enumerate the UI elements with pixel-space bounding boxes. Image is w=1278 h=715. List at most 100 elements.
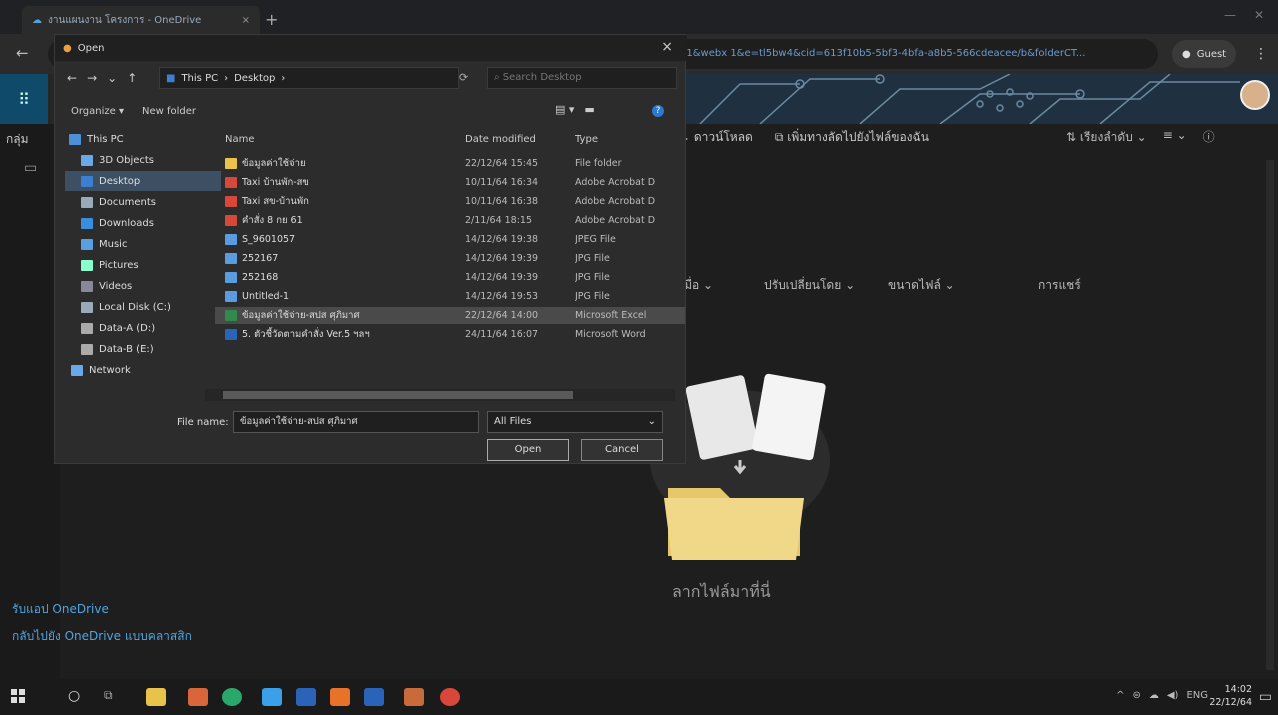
file-row[interactable]: ข้อมูลค่าใช้จ่าย 22/12/64 15:45 File folde… bbox=[215, 155, 685, 172]
user-avatar[interactable] bbox=[1240, 80, 1270, 110]
column-modified-by[interactable]: ปรับเปลี่ยนโดย ⌄ bbox=[764, 276, 874, 295]
open-button[interactable]: Open bbox=[487, 439, 569, 461]
column-type[interactable]: Type bbox=[575, 134, 685, 145]
notification-icon[interactable]: ▭ bbox=[1259, 689, 1272, 705]
nav-item[interactable]: Videos bbox=[65, 276, 221, 296]
file-row[interactable]: ข้อมูลค่าใช้จ่าย-สปส ศุภิมาศ 22/12/64 14:… bbox=[215, 307, 685, 324]
preview-pane-icon[interactable]: ▬ bbox=[584, 103, 594, 116]
nav-item[interactable]: Network bbox=[65, 360, 211, 380]
back-arrow-icon[interactable]: ← bbox=[16, 44, 29, 62]
folder-icon[interactable]: ▭ bbox=[24, 160, 37, 176]
file-row[interactable]: S_9601057 14/12/64 19:38 JPEG File bbox=[215, 231, 685, 248]
browser-tab[interactable]: ☁ งานแผนงาน โครงการ - OneDrive × bbox=[22, 6, 260, 34]
nav-item[interactable]: Documents bbox=[65, 192, 221, 212]
column-date-modified[interactable]: Date modified bbox=[465, 134, 575, 145]
nav-item[interactable]: Data-A (D:) bbox=[65, 318, 221, 338]
guest-profile-button[interactable]: ● Guest bbox=[1172, 40, 1237, 68]
column-sharing[interactable]: การแชร์ bbox=[1038, 276, 1138, 295]
nav-item[interactable]: Music bbox=[65, 234, 221, 254]
nav-item[interactable]: Local Disk (C:) bbox=[65, 297, 221, 317]
up-icon[interactable]: ↑ bbox=[127, 71, 137, 85]
breadcrumb-desktop[interactable]: Desktop bbox=[234, 73, 275, 84]
dialog-breadcrumb[interactable]: ■ This PC › Desktop › bbox=[159, 67, 459, 89]
taskbar-clock[interactable]: 14:02 22/12/64 bbox=[1209, 683, 1252, 709]
cancel-button[interactable]: Cancel bbox=[581, 439, 663, 461]
nav-item-icon bbox=[81, 196, 93, 208]
download-label: ดาวน์โหลด bbox=[693, 130, 753, 144]
refresh-icon[interactable]: ⟳ bbox=[459, 71, 468, 84]
nav-item[interactable]: Data-B (E:) bbox=[65, 339, 221, 359]
column-name[interactable]: Name bbox=[215, 134, 465, 145]
help-icon[interactable]: ? bbox=[652, 105, 664, 117]
file-name: Taxi สข-บ้านพัก bbox=[242, 196, 309, 207]
nav-item[interactable]: Downloads bbox=[65, 213, 221, 233]
sort-button[interactable]: ⇅ เรียงลำดับ ⌄ bbox=[1066, 128, 1147, 147]
column-modified[interactable]: เมื่อ ⌄ bbox=[680, 276, 764, 295]
view-mode-icon[interactable]: ▤ ▾ bbox=[555, 103, 574, 116]
tray-expand-icon[interactable]: ^ bbox=[1116, 690, 1124, 701]
nav-item[interactable]: 3D Objects bbox=[65, 150, 221, 170]
edge-icon[interactable] bbox=[222, 688, 242, 706]
new-tab-button[interactable]: + bbox=[265, 10, 278, 29]
file-row[interactable]: คำสั่ง 8 กย 61 2/11/64 18:15 Adobe Acrobat… bbox=[215, 212, 685, 229]
network-icon[interactable]: ⊜ bbox=[1132, 690, 1140, 701]
language-indicator[interactable]: ENG bbox=[1186, 690, 1208, 701]
file-row[interactable]: 252168 14/12/64 19:39 JPG File bbox=[215, 269, 685, 286]
onedrive-taskbar-icon[interactable] bbox=[262, 688, 282, 706]
minimize-icon[interactable]: — bbox=[1224, 8, 1236, 22]
file-row[interactable]: Untitled-1 14/12/64 19:53 JPG File bbox=[215, 288, 685, 305]
organize-menu[interactable]: Organize ▾ bbox=[71, 106, 124, 117]
file-date: 24/11/64 16:07 bbox=[465, 329, 539, 340]
file-row[interactable]: 252167 14/12/64 19:39 JPG File bbox=[215, 250, 685, 267]
page-scrollbar[interactable] bbox=[1266, 160, 1274, 670]
add-shortcut-button[interactable]: ⧉ เพิ่มทางลัดไปยังไฟล์ของฉัน bbox=[775, 128, 929, 147]
file-row[interactable]: 5. ตัวชี้วัดตามคำสั่ง Ver.5 ฯลฯ 24/11/64 … bbox=[215, 326, 685, 343]
search-circle-icon[interactable]: ○ bbox=[68, 688, 88, 706]
view-options-icon[interactable]: ≡ ⌄ bbox=[1163, 128, 1187, 147]
nav-item-label: Pictures bbox=[99, 259, 139, 271]
clock-date: 22/12/64 bbox=[1209, 697, 1252, 708]
dialog-navigation-pane: This PC 3D Objects Desktop Documents Downloa… bbox=[65, 129, 221, 399]
volume-icon[interactable]: ◀) bbox=[1167, 690, 1179, 701]
more-menu-icon[interactable]: ⋮ bbox=[1254, 46, 1268, 62]
file-type-icon bbox=[225, 234, 237, 245]
file-explorer-icon[interactable] bbox=[146, 688, 166, 706]
info-icon[interactable]: ⓘ bbox=[1203, 128, 1215, 147]
back-icon[interactable]: ← bbox=[67, 71, 77, 85]
recent-dropdown-icon[interactable]: ⌄ bbox=[107, 71, 117, 85]
horizontal-scrollbar[interactable] bbox=[205, 389, 675, 401]
sidebar-groups-label: กลุ่ม bbox=[6, 132, 29, 146]
app-launcher-icon[interactable]: ⠿ bbox=[0, 74, 48, 124]
nav-item[interactable]: Desktop bbox=[65, 171, 221, 191]
column-file-size[interactable]: ขนาดไฟล์ ⌄ bbox=[874, 276, 1038, 295]
nav-item-label: Music bbox=[99, 238, 128, 250]
breadcrumb-this-pc[interactable]: This PC bbox=[181, 73, 218, 84]
cloud-tray-icon[interactable]: ☁ bbox=[1149, 690, 1159, 701]
word-doc-icon[interactable] bbox=[364, 688, 384, 706]
word-icon[interactable] bbox=[296, 688, 316, 706]
person-icon: ● bbox=[1182, 48, 1191, 60]
get-onedrive-app-link[interactable]: รับแอป OneDrive bbox=[12, 600, 109, 619]
tab-close-icon[interactable]: × bbox=[242, 15, 250, 26]
file-type-filter[interactable]: All Files ⌄ bbox=[487, 411, 663, 433]
chrome-taskbar-icon[interactable] bbox=[440, 688, 460, 706]
line-app-icon[interactable] bbox=[330, 688, 350, 706]
nav-item[interactable]: This PC bbox=[65, 129, 209, 149]
classic-onedrive-link[interactable]: กลับไปยัง OneDrive แบบคลาสสิก bbox=[12, 628, 202, 644]
dialog-close-icon[interactable]: × bbox=[661, 39, 673, 55]
download-button[interactable]: ↓ ดาวน์โหลด bbox=[680, 128, 753, 147]
forward-icon[interactable]: → bbox=[87, 71, 97, 85]
dialog-search-input[interactable]: ⌕ Search Desktop bbox=[487, 67, 677, 89]
start-windows-icon[interactable] bbox=[10, 688, 30, 706]
nav-item[interactable]: Pictures bbox=[65, 255, 221, 275]
scrollbar-thumb[interactable] bbox=[223, 391, 573, 399]
app-icon-2[interactable] bbox=[404, 688, 424, 706]
close-window-icon[interactable]: ✕ bbox=[1254, 8, 1264, 22]
new-folder-button[interactable]: New folder bbox=[142, 106, 196, 117]
file-date: 14/12/64 19:38 bbox=[465, 234, 539, 245]
file-row[interactable]: Taxi บ้านพัก-สข 10/11/64 16:34 Adobe Acrob… bbox=[215, 174, 685, 191]
task-view-icon[interactable]: ⧉ bbox=[104, 688, 124, 706]
file-name-input[interactable]: ข้อมูลค่าใช้จ่าย-สปส ศุภิมาศ bbox=[233, 411, 479, 433]
file-row[interactable]: Taxi สข-บ้านพัก 10/11/64 16:38 Adobe Acrob… bbox=[215, 193, 685, 210]
app-icon-1[interactable] bbox=[188, 688, 208, 706]
